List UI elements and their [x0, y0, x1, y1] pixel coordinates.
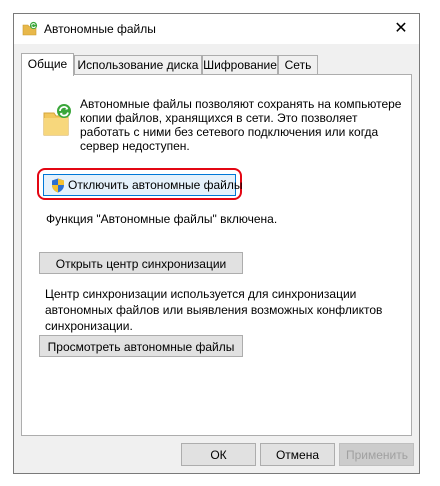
tab-general[interactable]: Общие [21, 53, 74, 76]
offline-files-icon [22, 21, 38, 36]
tab-bar: Общие Использование диска Шифрование Сет… [21, 53, 416, 76]
ok-button[interactable]: ОК [181, 443, 256, 466]
disable-offline-files-button[interactable]: Отключить автономные файлы [43, 174, 243, 196]
sync-center-description: Центр синхронизации используется для син… [45, 287, 383, 333]
uac-shield-icon [52, 178, 64, 193]
title-bar[interactable]: Автономные файлы ✕ [14, 14, 419, 44]
status-text: Функция "Автономные файлы" включена. [46, 212, 278, 226]
close-button[interactable]: ✕ [383, 14, 419, 44]
close-icon: ✕ [394, 20, 408, 37]
offline-files-dialog: Автономные файлы ✕ Общие Использование д… [13, 13, 420, 474]
sync-folder-icon [43, 104, 71, 136]
offline-files-description: Автономные файлы позволяют сохранять на … [80, 97, 402, 153]
tab-disk-usage[interactable]: Использование диска [74, 55, 202, 74]
tab-network[interactable]: Сеть [278, 55, 318, 74]
general-tab-panel: Автономные файлы позволяют сохранять на … [21, 74, 412, 436]
view-offline-files-button[interactable]: Просмотреть автономные файлы [39, 335, 243, 357]
disable-button-label: Отключить автономные файлы [68, 178, 243, 192]
tab-encryption[interactable]: Шифрование [202, 55, 278, 74]
window-title: Автономные файлы [44, 22, 156, 36]
open-sync-center-button[interactable]: Открыть центр синхронизации [39, 252, 243, 274]
cancel-button[interactable]: Отмена [260, 443, 335, 466]
apply-button[interactable]: Применить [339, 443, 414, 466]
